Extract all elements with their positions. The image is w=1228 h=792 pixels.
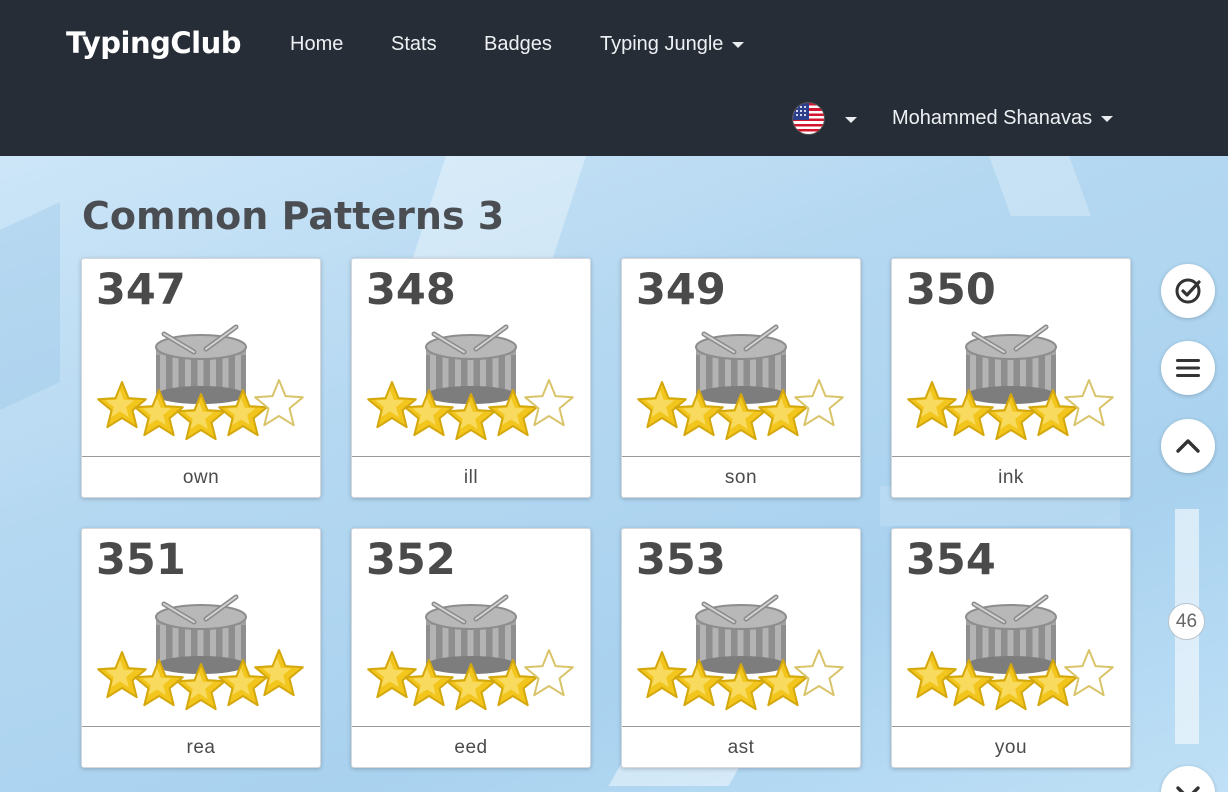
card-divider xyxy=(352,456,590,457)
chevron-up-icon xyxy=(1176,439,1200,453)
lesson-art xyxy=(82,317,322,455)
lesson-word: ill xyxy=(463,467,479,488)
menu-button[interactable] xyxy=(1161,341,1215,395)
drum-icon xyxy=(97,594,304,711)
lesson-scroll-thumb[interactable]: 46 xyxy=(1168,603,1205,640)
menu-icon xyxy=(1176,359,1200,377)
lesson-number: 351 xyxy=(96,535,186,585)
card-divider xyxy=(622,456,860,457)
lesson-art xyxy=(352,317,592,455)
drum-icon xyxy=(907,594,1114,711)
lesson-word: ink xyxy=(998,467,1024,488)
card-divider xyxy=(622,726,860,727)
caret-down-icon xyxy=(732,41,745,48)
brand-logo[interactable]: TypingClub xyxy=(66,26,241,60)
lesson-art xyxy=(622,317,862,455)
nav-link-typing-jungle-label: Typing Jungle xyxy=(600,33,724,55)
lesson-card[interactable]: 352 eed xyxy=(351,528,591,768)
star-empty-icon xyxy=(1064,649,1114,697)
lesson-number: 350 xyxy=(906,265,996,315)
lesson-card[interactable]: 349 son xyxy=(621,258,861,498)
nav-link-typing-jungle[interactable]: Typing Jungle xyxy=(600,33,745,56)
lesson-card[interactable]: 351 rea xyxy=(81,528,321,768)
drum-icon xyxy=(367,594,574,711)
check-circle-icon xyxy=(1175,278,1201,304)
lesson-number: 353 xyxy=(636,535,726,585)
lesson-word: you xyxy=(994,737,1028,758)
lesson-number: 348 xyxy=(366,265,456,315)
lesson-card[interactable]: 348 ill xyxy=(351,258,591,498)
lesson-word: son xyxy=(724,467,758,488)
lesson-word: eed xyxy=(454,737,488,758)
language-caret-down-icon[interactable] xyxy=(845,117,857,123)
user-name: Mohammed Shanavas xyxy=(892,107,1093,129)
star-empty-icon xyxy=(794,649,844,697)
lesson-art xyxy=(82,587,322,725)
lesson-card[interactable]: 353 ast xyxy=(621,528,861,768)
lesson-word: ast xyxy=(727,737,755,758)
drum-icon xyxy=(907,324,1114,441)
lesson-art xyxy=(622,587,862,725)
star-empty-icon xyxy=(524,649,574,697)
lesson-number: 354 xyxy=(906,535,996,585)
card-divider xyxy=(352,726,590,727)
lesson-word: rea xyxy=(186,737,216,758)
card-divider xyxy=(82,726,320,727)
lesson-art xyxy=(352,587,592,725)
lesson-card[interactable]: 347 own xyxy=(81,258,321,498)
star-empty-icon xyxy=(794,379,844,427)
card-divider xyxy=(892,456,1130,457)
card-divider xyxy=(892,726,1130,727)
star-empty-icon xyxy=(254,379,304,427)
drum-icon xyxy=(637,594,844,711)
drum-icon xyxy=(637,324,844,441)
star-empty-icon xyxy=(524,379,574,427)
lesson-word: own xyxy=(182,467,220,488)
lesson-card[interactable]: 354 you xyxy=(891,528,1131,768)
card-divider xyxy=(82,456,320,457)
lesson-art xyxy=(892,317,1132,455)
caret-down-icon xyxy=(1101,115,1114,122)
drum-icon xyxy=(367,324,574,441)
lesson-number: 349 xyxy=(636,265,726,315)
nav-link-badges[interactable]: Badges xyxy=(484,33,552,56)
nav-link-stats[interactable]: Stats xyxy=(391,33,437,56)
user-menu[interactable]: Mohammed Shanavas xyxy=(892,107,1114,130)
scroll-up-button[interactable] xyxy=(1161,419,1215,473)
chevron-down-icon xyxy=(1176,786,1200,792)
drum-icon xyxy=(97,324,304,441)
us-flag-icon[interactable] xyxy=(792,102,825,135)
nav-link-home[interactable]: Home xyxy=(290,33,343,56)
lesson-number: 347 xyxy=(96,265,186,315)
progress-check-button[interactable] xyxy=(1161,264,1215,318)
top-navbar: TypingClub Home Stats Badges Typing Jung… xyxy=(0,0,1228,156)
star-empty-icon xyxy=(1064,379,1114,427)
lesson-number: 352 xyxy=(366,535,456,585)
page-title: Common Patterns 3 xyxy=(82,194,505,238)
lesson-art xyxy=(892,587,1132,725)
lesson-card[interactable]: 350 ink xyxy=(891,258,1131,498)
